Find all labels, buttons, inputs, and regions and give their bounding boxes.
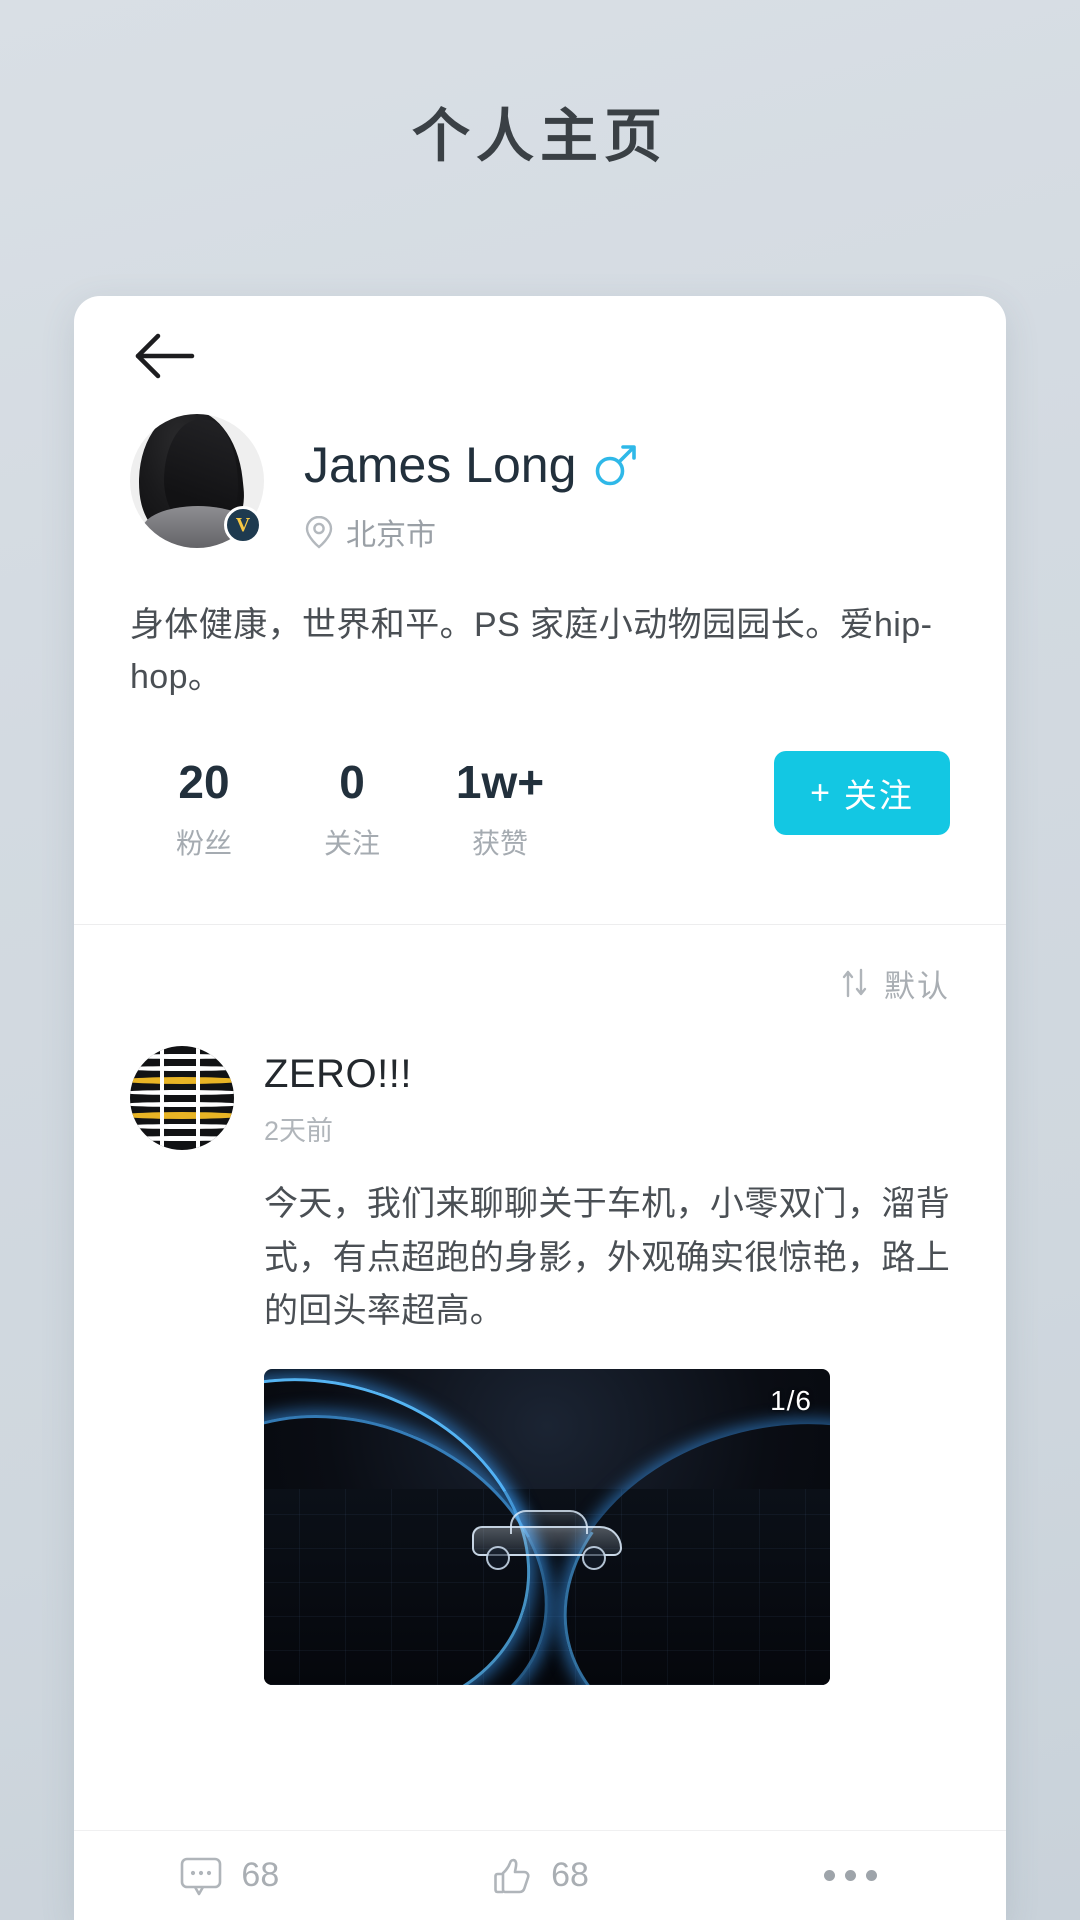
media-counter: 1/6 [770, 1385, 812, 1417]
stat-fans[interactable]: 20 粉丝 [130, 757, 278, 862]
stats-row: 20 粉丝 0 关注 1w+ 获赞 + 关注 [74, 751, 1006, 862]
stat-label: 获赞 [471, 827, 528, 859]
location-text: 北京市 [346, 519, 436, 552]
post-media-image[interactable]: 1/6 [264, 1369, 830, 1686]
location-row: 北京市 [304, 510, 638, 554]
post-author-name: ZERO!!! [264, 1051, 412, 1096]
arrow-left-icon [135, 333, 195, 379]
page-title: 个人主页 [411, 104, 668, 169]
comment-action[interactable]: 68 [74, 1856, 385, 1896]
profile-section: V James Long 北京市 身体健康，世界和平。PS 家庭小动物园园长。爱… [74, 414, 1006, 703]
stat-label: 关注 [323, 827, 380, 859]
sort-control[interactable]: 默认 [74, 925, 1006, 1006]
verified-badge-icon: V [224, 506, 262, 544]
comment-count: 68 [241, 1856, 280, 1894]
stat-label: 粉丝 [175, 827, 232, 859]
post-body-text: 今天，我们来聊聊关于车机，小零双门，溜背式，有点超跑的身影，外观确实很惊艳，路上… [264, 1184, 950, 1331]
stat-value: 20 [178, 756, 230, 809]
avatar-wrapper[interactable]: V [130, 414, 264, 548]
follow-button-label: 关注 [843, 777, 914, 815]
display-name: James Long [304, 437, 577, 493]
post-timestamp: 2天前 [264, 1115, 334, 1146]
post-author-avatar[interactable] [130, 1045, 234, 1150]
plus-icon: + [810, 773, 832, 812]
sort-updown-icon [840, 966, 870, 1000]
post-item: ZERO!!! 2天前 今天，我们来聊聊关于车机，小零双门，溜背式，有点超跑的身… [74, 1006, 1006, 1686]
stat-value: 0 [339, 756, 365, 809]
like-action[interactable]: 68 [385, 1855, 696, 1897]
follow-button[interactable]: + 关注 [774, 751, 950, 836]
post-header: ZERO!!! 2天前 [130, 1045, 950, 1150]
post-action-bar: 68 68 [74, 1830, 1006, 1920]
post-meta: ZERO!!! 2天前 [264, 1046, 412, 1148]
male-icon [592, 442, 638, 488]
name-block: James Long 北京市 [304, 414, 638, 554]
identity-row: V James Long 北京市 [130, 414, 950, 554]
profile-bio: 身体健康，世界和平。PS 家庭小动物园园长。爱hip-hop。 [130, 606, 933, 696]
profile-card: V James Long 北京市 身体健康，世界和平。PS 家庭小动物园园长。爱… [74, 296, 1006, 1920]
sort-label: 默认 [884, 968, 950, 1004]
back-button[interactable] [130, 328, 200, 384]
comment-bubble-icon [179, 1856, 223, 1896]
like-count: 68 [551, 1856, 589, 1894]
name-line: James Long [304, 436, 638, 494]
stat-likes[interactable]: 1w+ 获赞 [426, 757, 574, 862]
thumbs-up-icon [491, 1855, 533, 1897]
more-dots-icon [824, 1870, 878, 1881]
more-action[interactable] [695, 1870, 1006, 1881]
card-header [74, 296, 1006, 414]
stat-following[interactable]: 0 关注 [278, 757, 426, 862]
location-pin-icon [304, 514, 334, 550]
car-illustration [472, 1508, 622, 1572]
stat-value: 1w+ [455, 756, 545, 809]
